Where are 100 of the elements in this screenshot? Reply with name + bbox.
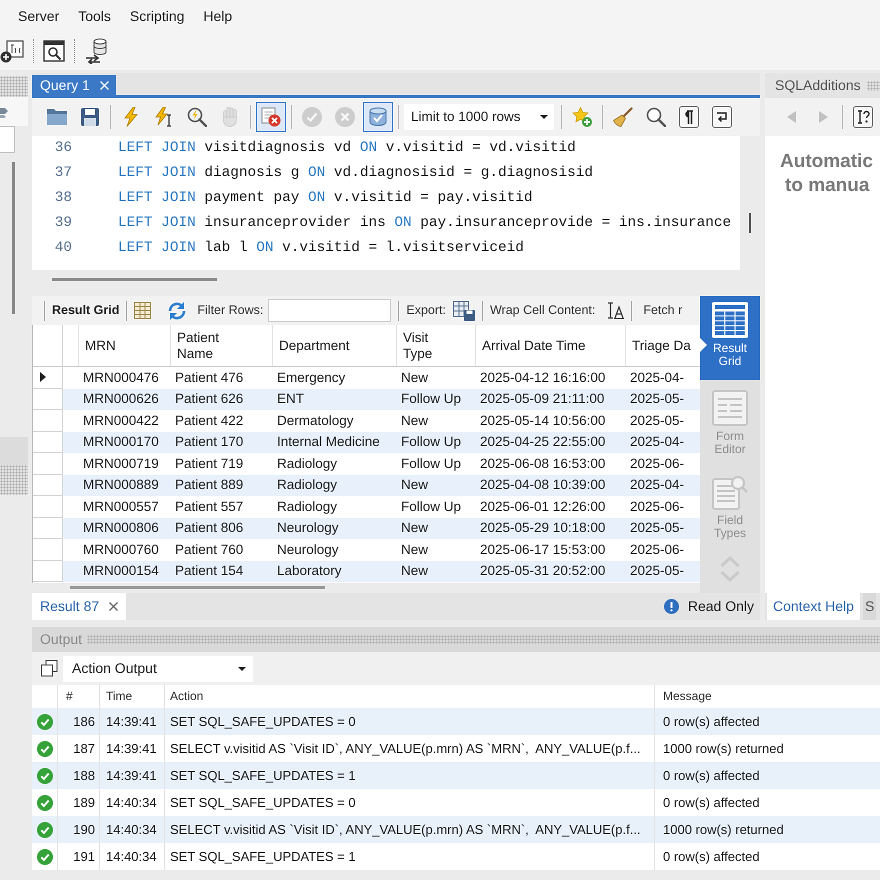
table-cell-text: 2025-06-17 15:53:00 — [479, 540, 606, 559]
table-cell-text: 2025-06- — [629, 454, 686, 473]
page-error-icon[interactable] — [261, 107, 281, 127]
table-cell-text: MRN000719 — [82, 454, 160, 473]
column-header[interactable]: MRN — [79, 325, 171, 366]
panel-tab[interactable]: S — [862, 593, 876, 620]
table-row[interactable]: MRN000154 Patient 154 Laboratory New 2025-05-31 20:52:00 2025-05- — [33, 560, 700, 582]
autocommit-toggle[interactable] — [363, 102, 393, 132]
table-cell-text: Patient 719 — [174, 454, 244, 473]
code-line: LEFT JOIN lab l ON v.visitid = l.visitserviceid — [118, 240, 524, 258]
code-line: LEFT JOIN visitdiagnosis vd ON v.visitid = vd.visitid — [118, 140, 576, 158]
lightning-cursor-icon[interactable] — [155, 107, 173, 127]
read-only-label: Read Only — [688, 598, 754, 615]
panel-tab[interactable]: Context Help — [767, 593, 860, 620]
table-cell-text: 2025-04- — [629, 433, 686, 452]
table-cell-text: 2025-05-09 21:11:00 — [479, 390, 606, 408]
scroll-marker — [749, 213, 751, 233]
drag-handle[interactable] — [866, 80, 880, 90]
search-field[interactable] — [0, 126, 15, 153]
scrollbar-thumb[interactable] — [12, 162, 15, 314]
table-cell-text: MRN000170 — [82, 433, 160, 452]
table-cell-text: 2025-06- — [629, 498, 686, 516]
code-line: LEFT JOIN payment pay ON v.visitid = pay.visitid — [118, 190, 533, 208]
table-floppy-icon[interactable] — [452, 300, 475, 320]
fetch-rows-label: Fetch r — [643, 303, 682, 318]
table-cell-text: New — [400, 368, 430, 387]
drag-handle[interactable] — [0, 76, 28, 97]
scrollbar-thumb[interactable] — [70, 586, 325, 589]
star-plus-icon[interactable] — [572, 107, 592, 127]
column-header[interactable]: Patient Name — [171, 325, 273, 366]
menu-item[interactable]: Server — [18, 8, 60, 24]
table-cell-text: MRN000476 — [82, 368, 160, 387]
column-header[interactable]: Department — [273, 325, 397, 366]
pilcrow-icon[interactable] — [679, 106, 699, 128]
text-cursor-icon[interactable] — [607, 302, 624, 319]
grid-icon[interactable] — [712, 302, 748, 338]
drag-handle[interactable] — [87, 635, 880, 644]
menu-item[interactable]: Tools — [78, 8, 111, 24]
caret-icon[interactable] — [238, 666, 246, 670]
table-cell-text: Neurology — [276, 519, 340, 538]
table-cell-text: Radiology — [276, 454, 338, 473]
table-row[interactable]: MRN000626 Patient 626 ENT Follow Up 2025-05-09 21:11:00 2025-05- — [33, 388, 700, 410]
table-cell-text: MRN000626 — [82, 390, 160, 408]
broom-icon[interactable] — [613, 107, 633, 127]
panel-header — [0, 437, 28, 465]
row-header[interactable] — [33, 367, 63, 388]
stop-on-error-toggle[interactable] — [256, 102, 286, 132]
box-plus-icon[interactable] — [0, 39, 24, 63]
table-cell-text: 0 row(s) affected — [662, 848, 761, 866]
copy-icon[interactable] — [41, 660, 58, 677]
search-icon[interactable] — [646, 107, 666, 127]
menu-item[interactable]: Help — [203, 8, 232, 24]
table-cell-text: Follow Up — [400, 390, 462, 408]
table-cell-text: 0 row(s) affected — [662, 794, 761, 812]
table-row[interactable]: MRN000889 Patient 889 Radiology New 2025-04-08 10:39:00 2025-04- — [33, 474, 700, 496]
scrollbar-thumb[interactable] — [52, 278, 217, 281]
table-cell-text: Patient 170 — [174, 433, 244, 452]
table-cell-text: New — [400, 562, 430, 580]
line-number: 37 — [54, 164, 72, 182]
filter-field[interactable] — [268, 299, 392, 322]
window-magnifier-icon[interactable] — [43, 40, 65, 62]
column-header[interactable]: Visit Type — [397, 325, 476, 366]
caret-icon[interactable] — [540, 115, 548, 119]
folder-icon[interactable] — [47, 109, 67, 125]
export-label: Export: — [406, 303, 446, 318]
table-cell: SET SQL_SAFE_UPDATES = 1 — [165, 843, 655, 870]
code-line: LEFT JOIN diagnosis g ON vd.diagnosisid = g.diagnosisid — [118, 164, 593, 182]
table-cell-text: Patient 626 — [174, 390, 244, 408]
close-icon[interactable] — [109, 602, 118, 611]
arrows-icon[interactable] — [0, 106, 8, 118]
database-check-icon[interactable] — [368, 107, 388, 127]
table-row[interactable]: MRN000806 Patient 806 Neurology New 2025-05-29 10:18:00 2025-05- — [33, 518, 700, 539]
table-cell-text: 2025-05- — [629, 390, 686, 408]
magnifier-lightning-icon[interactable] — [187, 107, 207, 127]
query-tab[interactable]: Query 1 — [32, 75, 116, 95]
table-cell: 191 — [58, 843, 100, 870]
result-tab[interactable]: Result 87 — [32, 593, 126, 620]
refresh-icon[interactable] — [167, 302, 188, 320]
table-cell-text: MRN000154 — [82, 562, 160, 580]
table-row[interactable]: MRN000170 Patient 170 Internal Medicine Follow Up 2025-04-25 22:55:00 2025-04- — [33, 432, 700, 453]
column-grid-icon[interactable] — [134, 302, 152, 319]
output-type-dropdown[interactable]: Action Output — [63, 656, 253, 682]
table-cell-text: Patient 557 — [174, 498, 244, 516]
column-header[interactable]: Arrival Date Time — [476, 325, 626, 366]
lightning-icon[interactable] — [124, 107, 138, 127]
menu-item[interactable]: Scripting — [130, 8, 184, 24]
table-cell-text: 2025-05-29 10:18:00 — [479, 519, 606, 538]
limit-rows-dropdown[interactable]: Limit to 1000 rows — [404, 104, 554, 130]
panel-title: SQLAdditions — [775, 77, 861, 94]
drag-handle[interactable] — [0, 465, 28, 495]
table-cell-text: Follow Up — [400, 454, 462, 473]
table-cell-text: 2025-06-08 16:53:00 — [479, 454, 606, 473]
column-header[interactable]: Message — [655, 685, 880, 708]
table-cell-text: Follow Up — [400, 498, 462, 516]
view-tab[interactable]: Result Grid — [700, 296, 760, 380]
help-icon[interactable] — [852, 106, 873, 128]
table-cell-text: Radiology — [276, 476, 338, 494]
table-cell-text: MRN000422 — [82, 412, 160, 430]
line-number: 40 — [54, 240, 72, 258]
help-text: Automatic — [780, 150, 874, 174]
